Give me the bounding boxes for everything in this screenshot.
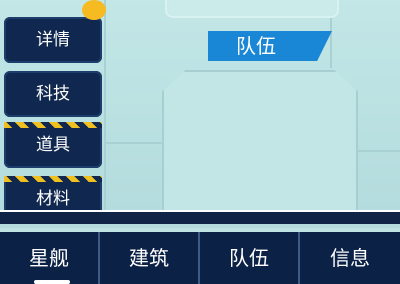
grid-line (355, 150, 400, 152)
bottom-divider (0, 210, 400, 224)
bottom-nav-bar: 星舰 建筑 队伍 信息 (0, 232, 400, 284)
grid-line (104, 0, 106, 210)
side-tab-tech[interactable]: 科技 (4, 71, 102, 117)
grid-line (330, 16, 332, 68)
bottom-tab-starship[interactable]: 星舰 (0, 232, 101, 284)
bottom-tab-building[interactable]: 建筑 (100, 232, 201, 284)
top-slot-frame (165, 0, 339, 18)
side-tab-items[interactable]: 道具 (4, 122, 102, 168)
side-tab-details[interactable]: 详情 (4, 17, 102, 63)
bottom-tab-team[interactable]: 队伍 (200, 232, 301, 284)
notification-dot (82, 0, 106, 20)
content-frame (162, 70, 358, 224)
grid-line (104, 142, 164, 144)
bottom-tab-info[interactable]: 信息 (300, 232, 400, 284)
side-tab-label: 材料 (36, 189, 70, 209)
hazard-stripe (4, 122, 102, 128)
side-tab-label: 科技 (36, 84, 70, 104)
panel-title: 队伍 (208, 31, 332, 61)
side-tab-label: 道具 (36, 135, 70, 155)
side-tab-label: 详情 (36, 30, 70, 50)
hazard-stripe (4, 176, 102, 182)
